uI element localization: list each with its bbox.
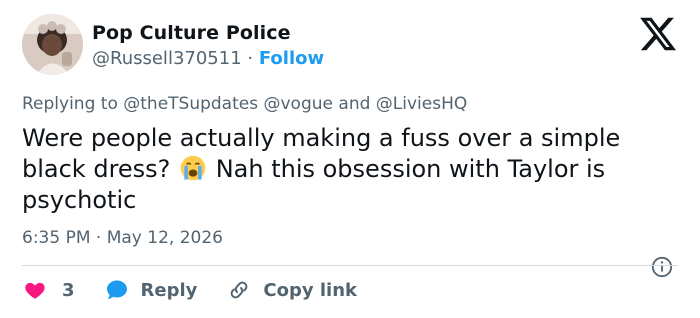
mention-link[interactable]: @LiviesHQ	[376, 94, 467, 114]
tweet-meta: 6:35 PM · May 12, 2026	[22, 228, 223, 248]
author-handle-row: @Russell370511 · Follow	[92, 48, 324, 69]
handle-separator: ·	[247, 48, 254, 69]
mention-link[interactable]: @theTSupdates	[123, 94, 258, 114]
avatar[interactable]	[22, 14, 83, 75]
tweet-date[interactable]: May 12, 2026	[107, 228, 223, 248]
reply-button[interactable]: Reply	[105, 278, 198, 302]
replying-prefix: Replying to	[22, 94, 118, 114]
replying-joiner: and	[338, 94, 371, 114]
tweet-text: Were people actually making a fuss over …	[22, 123, 682, 216]
x-logo-icon[interactable]	[638, 14, 678, 54]
author-handle[interactable]: @Russell370511	[92, 48, 242, 69]
info-icon[interactable]	[651, 256, 673, 278]
mention-link[interactable]: @vogue	[264, 94, 334, 114]
avatar-image	[22, 14, 83, 75]
heart-icon	[25, 282, 45, 299]
reply-bubble-icon	[106, 280, 127, 300]
loudly-crying-face-icon	[180, 155, 206, 181]
copy-link-button[interactable]: Copy link	[227, 278, 357, 302]
action-bar: 3 Reply Copy link	[22, 276, 357, 304]
replying-to: Replying to @theTSupdates @vogue and @Li…	[22, 94, 467, 114]
link-icon	[231, 281, 248, 299]
meta-separator: ·	[95, 228, 102, 248]
reply-label: Reply	[140, 279, 198, 301]
copy-link-label: Copy link	[263, 279, 357, 301]
follow-button[interactable]: Follow	[259, 48, 324, 69]
tweet-time[interactable]: 6:35 PM	[22, 228, 91, 248]
author-name[interactable]: Pop Culture Police	[92, 22, 291, 44]
divider	[22, 265, 678, 266]
like-button[interactable]: 3	[24, 279, 75, 301]
like-count: 3	[62, 279, 75, 301]
